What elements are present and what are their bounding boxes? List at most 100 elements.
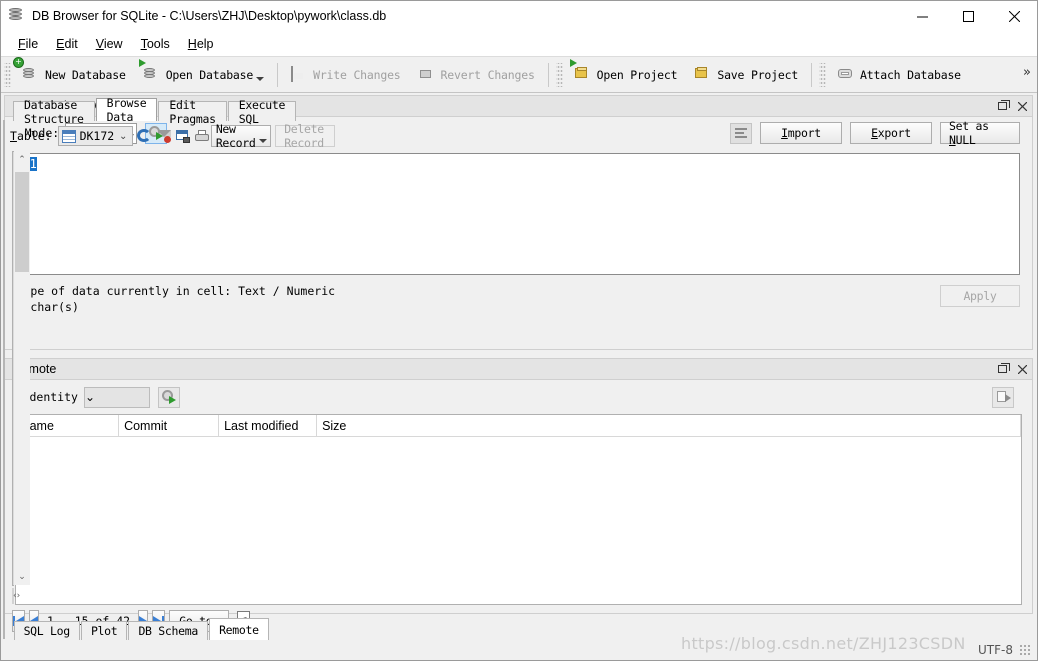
open-database-button[interactable]: Open Database [135, 58, 273, 88]
float-panel-icon [997, 100, 1010, 110]
remote-body: Identity ⌄ Name Commit Last modified Siz… [3, 380, 1033, 614]
new-database-button[interactable]: + New Database [13, 56, 135, 88]
vscroll-thumb[interactable] [15, 172, 29, 272]
edit-cell-close-button[interactable] [1012, 96, 1032, 116]
open-database-dropdown-icon[interactable] [256, 76, 265, 81]
save-project-icon [695, 67, 711, 83]
identity-label: Identity [22, 390, 78, 404]
remote-title-bar[interactable]: Remote [3, 358, 1033, 380]
menu-tools[interactable]: Tools [132, 34, 179, 54]
browse-data-panel: Table: DK172 ⌄ New Record Delete Record … [3, 120, 336, 639]
menu-edit[interactable]: Edit [47, 34, 87, 54]
attach-database-icon [838, 67, 854, 83]
identity-select[interactable]: ⌄ [83, 386, 150, 408]
menu-view-rest: iew [103, 36, 123, 51]
resize-grip[interactable] [1019, 644, 1031, 656]
delete-record-label: Delete Record [284, 122, 324, 150]
window-title: DB Browser for SQLite - C:\Users\ZHJ\Des… [32, 9, 387, 23]
toolbar-separator-2 [547, 62, 549, 87]
edit-cell-float-button[interactable] [992, 96, 1012, 116]
remote-file-table[interactable]: Name Commit Last modified Size [14, 414, 1022, 605]
remote-settings-icon [161, 390, 176, 404]
delete-record-button[interactable]: Delete Record [275, 122, 336, 150]
toolbar-grip-2[interactable] [555, 62, 563, 87]
new-database-icon: + [13, 56, 39, 83]
import-button[interactable]: Import [760, 122, 842, 144]
bottom-tab-sql-log-label: SQL Log [23, 624, 71, 638]
chevron-down-icon: ⌄ [118, 130, 128, 142]
menu-file[interactable]: File [9, 34, 47, 54]
menu-view[interactable]: View [87, 34, 132, 54]
tab-database-structure-label: Database Structure [24, 97, 84, 126]
remote-push-button[interactable] [992, 386, 1014, 408]
title-bar: DB Browser for SQLite - C:\Users\ZHJ\Des… [1, 1, 1037, 31]
word-wrap-icon [735, 128, 747, 138]
remote-close-button[interactable] [1012, 359, 1032, 379]
save-results-button[interactable] [175, 125, 191, 148]
bottom-tab-plot[interactable]: Plot [80, 621, 128, 640]
edit-cell-body: Mode: Text ⌄ Import Export Set as NULL 1 [3, 117, 1033, 350]
maximize-button[interactable] [945, 1, 991, 31]
scroll-right-button[interactable]: › [17, 589, 21, 603]
remote-column-name[interactable]: Name [15, 415, 120, 437]
toolbar-separator-3 [811, 62, 813, 87]
remote-column-last-modified[interactable]: Last modified [218, 415, 318, 437]
table-select[interactable]: DK172 ⌄ [57, 126, 134, 146]
vscroll-track[interactable] [14, 168, 30, 569]
revert-changes-button[interactable]: Revert Changes [410, 61, 544, 88]
new-database-label: New Database [45, 67, 126, 82]
menu-help-rest: elp [196, 36, 214, 51]
toolbar-overflow-button[interactable]: » [1023, 65, 1031, 80]
close-icon [1017, 101, 1027, 111]
word-wrap-button[interactable] [730, 122, 752, 144]
cell-type-info: Type of data currently in cell: Text / N… [17, 283, 336, 315]
apply-button[interactable]: Apply [940, 285, 1020, 307]
grid-horizontal-scrollbar[interactable]: ‹ › [12, 588, 20, 604]
encoding-label: UTF-8 [978, 643, 1013, 657]
scroll-down-button[interactable]: ⌄ [14, 569, 30, 585]
close-button[interactable] [991, 1, 1037, 31]
remote-settings-button[interactable] [157, 386, 180, 408]
remote-float-button[interactable] [992, 359, 1012, 379]
remote-column-size[interactable]: Size [316, 415, 1021, 437]
bottom-tab-db-schema[interactable]: DB Schema [128, 621, 209, 640]
open-project-button[interactable]: Open Project [566, 58, 687, 88]
tab-edit-pragmas[interactable]: Edit Pragmas [158, 98, 227, 126]
open-project-icon [569, 58, 591, 83]
grid-vertical-scrollbar[interactable]: ⌃ ⌄ [13, 152, 30, 585]
attach-database-button[interactable]: Attach Database [829, 61, 970, 88]
minimize-button[interactable] [899, 1, 945, 31]
save-project-button[interactable]: Save Project [686, 61, 807, 88]
tab-execute-sql[interactable]: Execute SQL [227, 98, 297, 126]
bottom-tab-remote-label: Remote [219, 622, 259, 637]
cell-value-editor[interactable]: 1 [24, 153, 1020, 275]
tab-database-structure[interactable]: Database Structure [13, 98, 95, 126]
app-database-icon [9, 8, 25, 24]
toolbar-separator-1 [277, 62, 279, 87]
bottom-tab-sql-log[interactable]: SQL Log [13, 621, 80, 640]
bottom-tabstrip: SQL Log Plot DB Schema Remote [4, 618, 1037, 640]
menu-file-rest: ile [25, 36, 39, 51]
print-button[interactable] [194, 125, 211, 148]
edit-database-cell-panel: Edit Database Cell Mode: Text ⌄ [3, 95, 1033, 350]
menu-help[interactable]: Help [179, 34, 223, 54]
revert-changes-icon [419, 67, 435, 83]
remote-column-commit[interactable]: Commit [118, 415, 220, 437]
write-changes-button[interactable]: Write Changes [282, 61, 409, 88]
write-changes-icon [291, 65, 307, 83]
tab-browse-data[interactable]: Browse Data [95, 96, 158, 124]
scroll-up-button[interactable]: ⌃ [14, 152, 30, 168]
window-controls [899, 1, 1037, 31]
status-bar: UTF-8 [1, 640, 1037, 660]
new-record-dropdown-icon[interactable] [258, 138, 267, 143]
application-window: DB Browser for SQLite - C:\Users\ZHJ\Des… [0, 0, 1038, 661]
export-button[interactable]: Export [850, 122, 932, 144]
bottom-tab-remote[interactable]: Remote [209, 618, 269, 640]
toolbar-grip[interactable] [4, 62, 11, 87]
save-project-label: Save Project [717, 67, 799, 82]
set-as-null-button[interactable]: Set as NULL [940, 119, 1020, 147]
apply-mode-icon [149, 126, 164, 140]
toolbar-grip-3[interactable] [819, 62, 827, 87]
new-record-button[interactable]: New Record [211, 122, 272, 150]
main-toolbar: + New Database Open Database Write Chang… [1, 56, 1037, 93]
